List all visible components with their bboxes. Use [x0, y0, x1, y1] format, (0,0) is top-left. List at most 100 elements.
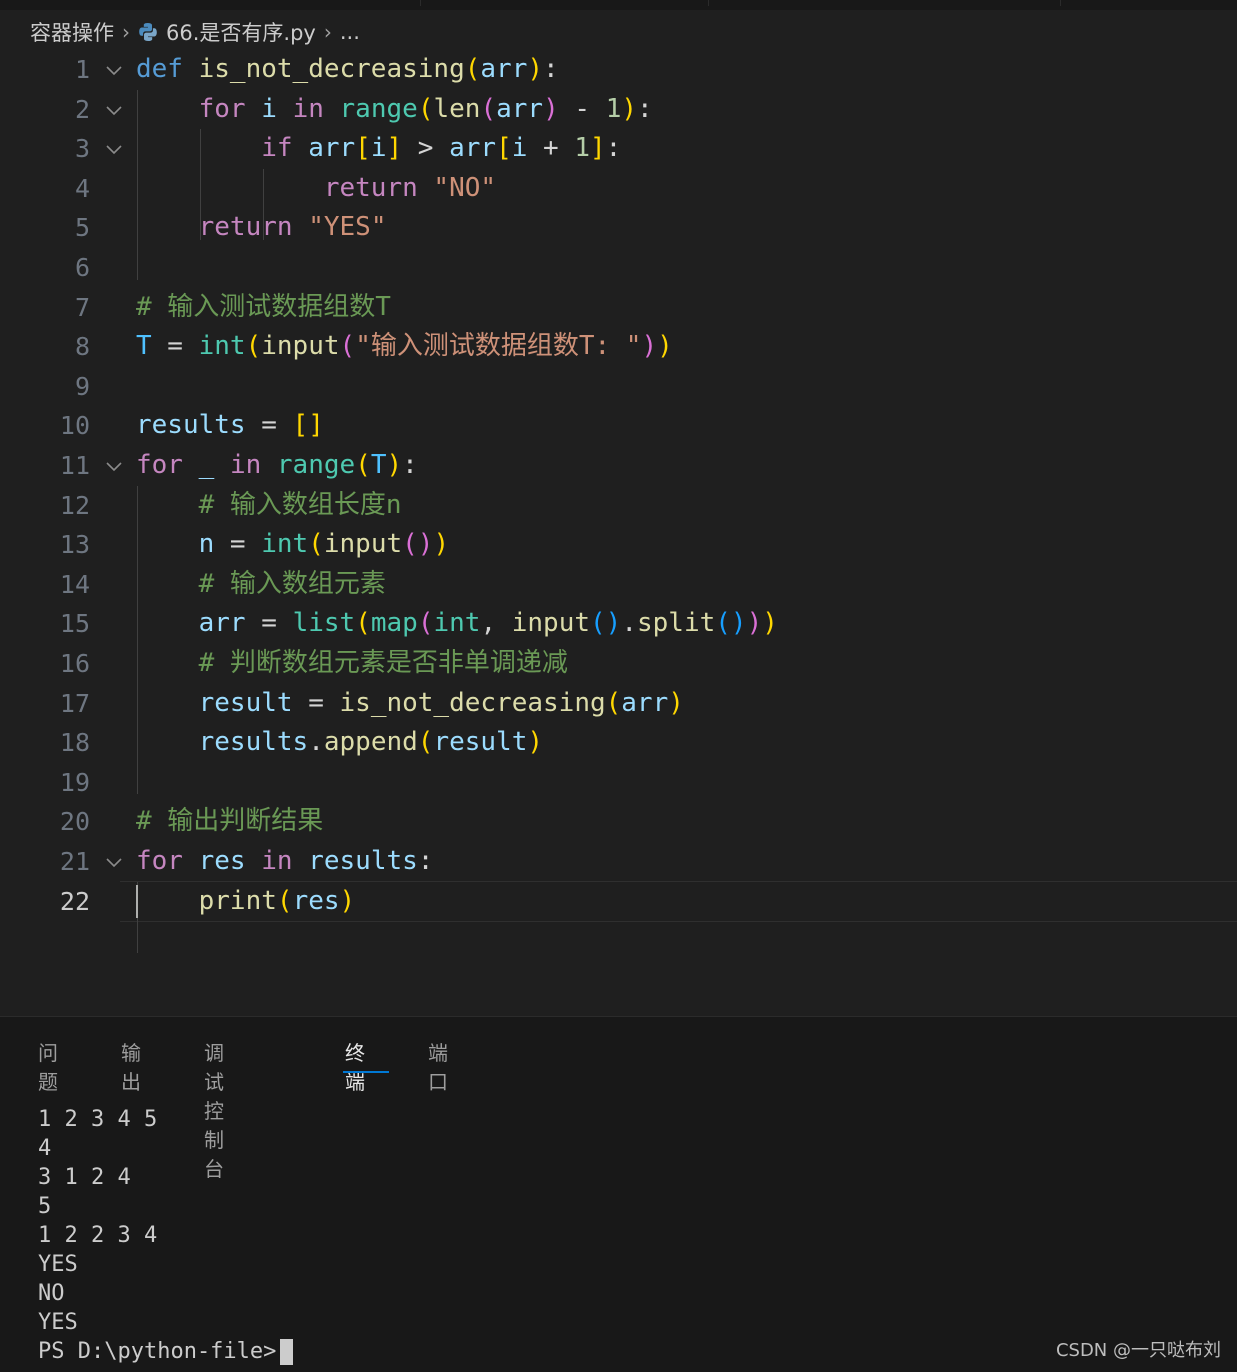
code-line[interactable]: 4 return "NO" — [0, 169, 1237, 209]
code-token: arr — [308, 133, 356, 164]
code-line[interactable]: 13 n = int(input()) — [0, 525, 1237, 565]
code-token: return — [198, 212, 293, 243]
terminal-output[interactable]: 1 2 3 4 5 4 3 1 2 4 5 1 2 2 3 4 YES NO YES PS D:… — [38, 1105, 294, 1366]
code-token: . — [308, 727, 324, 758]
code-line[interactable]: 11 for _ in range(T): — [0, 446, 1237, 486]
panel-tab[interactable]: 输出 — [121, 1037, 141, 1095]
panel-tab[interactable]: 端口 — [428, 1037, 448, 1095]
code-line[interactable]: 16 # 判断数组元素是否非单调递减 — [0, 644, 1237, 684]
code-line[interactable]: 3 if arr[i] > arr[i + 1]: — [0, 129, 1237, 169]
chevron-down-icon[interactable] — [104, 852, 124, 872]
code-token: _ — [198, 450, 215, 480]
code-line[interactable]: 15 arr = list(map(int, input().split())) — [0, 604, 1237, 644]
code-text: result = is_not_decreasing(arr) — [136, 684, 684, 724]
code-token: ) — [762, 608, 778, 639]
code-line[interactable]: 18 results.append(result) — [0, 723, 1237, 763]
code-text: # 输入数组元素 — [136, 565, 386, 605]
code-token: arr — [198, 608, 246, 639]
breadcrumb-file[interactable]: 66.是否有序.py — [166, 17, 316, 47]
line-number: 4 — [74, 173, 90, 203]
line-number: 13 — [59, 530, 90, 560]
code-token: # 输入数组长度n — [198, 489, 402, 520]
code-text: return "YES" — [136, 208, 387, 248]
chevron-down-icon[interactable] — [104, 100, 124, 120]
code-line[interactable]: 8T = int(input("输入测试数据组数T: ")) — [0, 327, 1237, 367]
line-number: 14 — [59, 569, 90, 599]
code-line[interactable]: 7 # 输入测试数据组数T — [0, 288, 1237, 328]
code-line[interactable]: 10 results = [] — [0, 406, 1237, 446]
code-token: , — [480, 608, 512, 639]
code-token: = — [151, 331, 199, 362]
breadcrumb: 容器操作 › 66.是否有序.py › ... — [30, 14, 360, 50]
code-line[interactable]: 9 — [0, 367, 1237, 407]
prompt-text: PS D:\python-file> — [38, 1339, 277, 1364]
code-token: () — [402, 529, 434, 560]
code-line[interactable]: 12 # 输入数组长度n — [0, 486, 1237, 526]
code-token: ( — [464, 54, 481, 84]
indent-guide — [137, 89, 138, 280]
code-token: = — [292, 687, 340, 718]
code-token: is_not_decreasing — [198, 54, 465, 84]
code-line[interactable]: 5 return "YES" — [0, 208, 1237, 248]
code-token: print — [198, 885, 277, 916]
code-token: ) — [641, 331, 658, 362]
terminal-line: 1 2 3 4 5 — [38, 1107, 158, 1132]
python-file-icon — [139, 23, 157, 41]
code-token: input — [323, 529, 403, 560]
code-text: T = int(input("输入测试数据组数T: ")) — [136, 327, 673, 367]
panel-tab[interactable]: 问题 — [38, 1037, 58, 1095]
terminal-line: YES — [38, 1252, 78, 1277]
chevron-down-icon[interactable] — [104, 456, 124, 476]
code-token: for — [136, 846, 183, 876]
code-token: ( — [355, 608, 371, 639]
code-text: results = [] — [136, 406, 324, 446]
code-text: for i in range(len(arr) - 1): — [136, 90, 653, 130]
code-token: ( — [417, 727, 434, 758]
code-token: in — [261, 846, 293, 876]
code-token: T — [136, 331, 152, 362]
editor-tab-strip-segment — [708, 0, 1061, 6]
code-token: . — [621, 608, 637, 639]
text-cursor — [136, 884, 138, 919]
chevron-down-icon[interactable] — [104, 139, 124, 159]
code-line[interactable]: 6 — [0, 248, 1237, 288]
chevron-down-icon[interactable] — [104, 60, 124, 80]
code-line[interactable]: 14 # 输入数组元素 — [0, 565, 1237, 605]
code-line[interactable]: 21 for res in results: — [0, 842, 1237, 882]
breadcrumb-folder[interactable]: 容器操作 — [30, 17, 114, 47]
code-line[interactable]: 1 def is_not_decreasing(arr): — [0, 50, 1237, 90]
code-token: : — [417, 846, 434, 876]
code-token: # 判断数组元素是否非单调递减 — [198, 648, 568, 678]
code-token: return — [323, 172, 418, 203]
terminal-prompt[interactable]: PS D:\python-file> — [38, 1337, 294, 1366]
indent-guide — [137, 485, 138, 795]
code-token: len — [433, 93, 481, 124]
code-editor[interactable]: 1 def is_not_decreasing(arr): 2 for i in r… — [0, 50, 1237, 953]
breadcrumb-more[interactable]: ... — [340, 20, 360, 44]
active-tab-indicator — [343, 1071, 389, 1073]
code-token: ] — [590, 133, 606, 164]
code-line[interactable]: 19 — [0, 763, 1237, 803]
code-token: if — [261, 133, 293, 164]
code-line[interactable]: 2 for i in range(len(arr) - 1): — [0, 90, 1237, 130]
code-text: arr = list(map(int, input().split())) — [136, 604, 778, 644]
code-line[interactable]: 20 # 输出判断结果 — [0, 802, 1237, 842]
code-line[interactable]: 17 result = is_not_decreasing(arr) — [0, 684, 1237, 724]
code-token: ) — [621, 93, 637, 124]
code-token: is_not_decreasing — [339, 687, 606, 718]
code-token: arr — [496, 93, 544, 124]
line-number: 20 — [59, 807, 90, 837]
panel-tab[interactable]: 终端 — [345, 1037, 365, 1095]
code-line[interactable]: 22 print(res) — [0, 882, 1237, 922]
code-token: "YES" — [308, 212, 387, 243]
